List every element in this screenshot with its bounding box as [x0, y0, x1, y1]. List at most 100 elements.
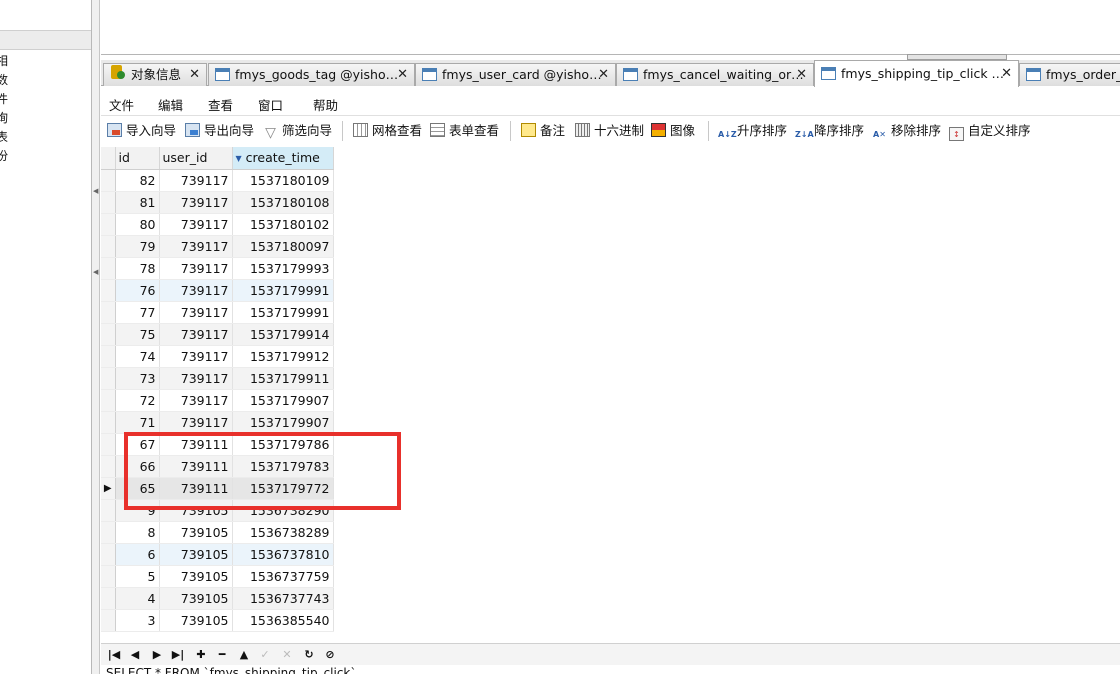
cell-user-id[interactable]: 739105 [159, 565, 233, 588]
collapse-left-icon-2[interactable]: ◀ [93, 268, 98, 276]
row-header[interactable] [101, 257, 116, 280]
cell-user-id[interactable]: 739111 [159, 455, 233, 478]
cell-user-id[interactable]: 739105 [159, 609, 233, 632]
cell-create-time[interactable]: 1537179991 [232, 279, 334, 302]
tree-item-tables[interactable]: 相 [0, 52, 8, 71]
form-view-button[interactable]: 表单查看 [430, 122, 499, 140]
stop-icon[interactable]: ⊘ [322, 647, 338, 663]
cell-user-id[interactable]: 739117 [159, 191, 233, 214]
cell-id[interactable]: 73 [115, 367, 160, 390]
first-record-icon[interactable]: |◀ [106, 647, 122, 663]
cell-create-time[interactable]: 1537179911 [232, 367, 334, 390]
table-row[interactable]: 3 739105 1536385540 [101, 609, 334, 632]
cell-user-id[interactable]: 739117 [159, 367, 233, 390]
tree-item-views[interactable]: 数 [0, 71, 8, 90]
edit-record-icon[interactable]: ▲ [236, 647, 252, 663]
remove-sort-button[interactable]: A✕ 移除排序 [872, 122, 941, 140]
cell-id[interactable]: 4 [115, 587, 160, 610]
custom-sort-button[interactable]: ↕ 自定义排序 [949, 122, 1031, 141]
cell-id[interactable]: 66 [115, 455, 160, 478]
prior-record-icon[interactable]: ◀ [127, 647, 143, 663]
menu-help[interactable]: 帮助 [313, 95, 338, 114]
filter-wizard-button[interactable]: ▽ 筛选向导 [263, 122, 332, 140]
cell-id[interactable]: 65 [115, 477, 160, 500]
cell-create-time[interactable]: 1537179772 [232, 477, 334, 500]
image-button[interactable]: 图像 [651, 122, 695, 140]
table-row[interactable]: 80 739117 1537180102 [101, 213, 334, 236]
sort-ascending-button[interactable]: A↓Z升序排序 [718, 122, 787, 140]
current-row-indicator-icon[interactable]: ▶ [101, 477, 116, 500]
table-row[interactable]: 67 739111 1537179786 [101, 433, 334, 456]
tab-fmys-goods-tag[interactable]: fmys_goods_tag @yisho… ✕ [208, 63, 415, 86]
tab-fmys-user-card[interactable]: fmys_user_card @yisho… ✕ [415, 63, 616, 86]
cell-user-id[interactable]: 739117 [159, 323, 233, 346]
row-header[interactable] [101, 433, 116, 456]
cell-user-id[interactable]: 739117 [159, 235, 233, 258]
tab-fmys-shipping-tip-click[interactable]: fmys_shipping_tip_click … ✕ [814, 60, 1019, 87]
table-row[interactable]: 82 739117 1537180109 [101, 169, 334, 192]
close-icon[interactable]: ✕ [397, 64, 408, 85]
cell-id[interactable]: 81 [115, 191, 160, 214]
sort-descending-button[interactable]: Z↓A降序排序 [795, 122, 864, 140]
post-edit-icon[interactable]: ✓ [257, 647, 273, 663]
close-icon[interactable]: ✕ [1001, 61, 1012, 86]
table-row[interactable]: 81 739117 1537180108 [101, 191, 334, 214]
cell-id[interactable]: 74 [115, 345, 160, 368]
cell-id[interactable]: 75 [115, 323, 160, 346]
table-row[interactable]: 76 739117 1537179991 [101, 279, 334, 302]
grid-view-button[interactable]: 网格查看 [353, 122, 422, 140]
cell-create-time[interactable]: 1536385540 [232, 609, 334, 632]
cell-user-id[interactable]: 739117 [159, 301, 233, 324]
menu-file[interactable]: 文件 [109, 95, 134, 114]
column-header-create-time[interactable]: ▼ create_time [232, 147, 334, 170]
cell-user-id[interactable]: 739117 [159, 213, 233, 236]
table-row[interactable]: 73 739117 1537179911 [101, 367, 334, 390]
cell-id[interactable]: 67 [115, 433, 160, 456]
tree-item-queries[interactable]: 询 [0, 109, 8, 128]
cell-user-id[interactable]: 739117 [159, 345, 233, 368]
refresh-icon[interactable]: ↻ [301, 647, 317, 663]
row-header[interactable] [101, 521, 116, 544]
column-header-user-id[interactable]: user_id [159, 147, 233, 170]
cell-create-time[interactable]: 1537179907 [232, 389, 334, 412]
cell-id[interactable]: 80 [115, 213, 160, 236]
row-header[interactable] [101, 389, 116, 412]
cell-create-time[interactable]: 1537180109 [232, 169, 334, 192]
cell-create-time[interactable]: 1537179786 [232, 433, 334, 456]
cell-create-time[interactable]: 1537179783 [232, 455, 334, 478]
row-header[interactable] [101, 587, 116, 610]
table-row[interactable]: 71 739117 1537179907 [101, 411, 334, 434]
cell-user-id[interactable]: 739117 [159, 279, 233, 302]
close-icon[interactable]: ✕ [598, 64, 609, 85]
cell-id[interactable]: 5 [115, 565, 160, 588]
cell-user-id[interactable]: 739105 [159, 521, 233, 544]
cell-id[interactable]: 82 [115, 169, 160, 192]
cancel-edit-icon[interactable]: ✕ [279, 647, 295, 663]
cell-user-id[interactable]: 739117 [159, 257, 233, 280]
cell-id[interactable]: 3 [115, 609, 160, 632]
table-row[interactable]: 8 739105 1536738289 [101, 521, 334, 544]
tree-item-reports[interactable]: 表 [0, 128, 8, 147]
last-record-icon[interactable]: ▶| [170, 647, 186, 663]
cell-user-id[interactable]: 739117 [159, 411, 233, 434]
tab-fmys-cancel-waiting[interactable]: fmys_cancel_waiting_or… ✕ [616, 63, 814, 86]
table-row[interactable]: 72 739117 1537179907 [101, 389, 334, 412]
table-row[interactable]: ▶ 65 739111 1537179772 [101, 477, 334, 500]
cell-create-time[interactable]: 1536737759 [232, 565, 334, 588]
import-wizard-button[interactable]: 导入向导 [107, 122, 176, 140]
cell-id[interactable]: 78 [115, 257, 160, 280]
panel-splitter[interactable]: ◀ ◀ [92, 0, 100, 674]
table-row[interactable]: 75 739117 1537179914 [101, 323, 334, 346]
next-record-icon[interactable]: ▶ [149, 647, 165, 663]
tree-item-backups[interactable]: 份 [0, 147, 8, 166]
cell-id[interactable]: 76 [115, 279, 160, 302]
cell-user-id[interactable]: 739111 [159, 433, 233, 456]
row-header[interactable] [101, 499, 116, 522]
column-header-id[interactable]: id [115, 147, 160, 170]
cell-create-time[interactable]: 1537180102 [232, 213, 334, 236]
row-header[interactable] [101, 235, 116, 258]
cell-create-time[interactable]: 1536737810 [232, 543, 334, 566]
table-row[interactable]: 77 739117 1537179991 [101, 301, 334, 324]
row-header[interactable] [101, 191, 116, 214]
cell-user-id[interactable]: 739117 [159, 389, 233, 412]
